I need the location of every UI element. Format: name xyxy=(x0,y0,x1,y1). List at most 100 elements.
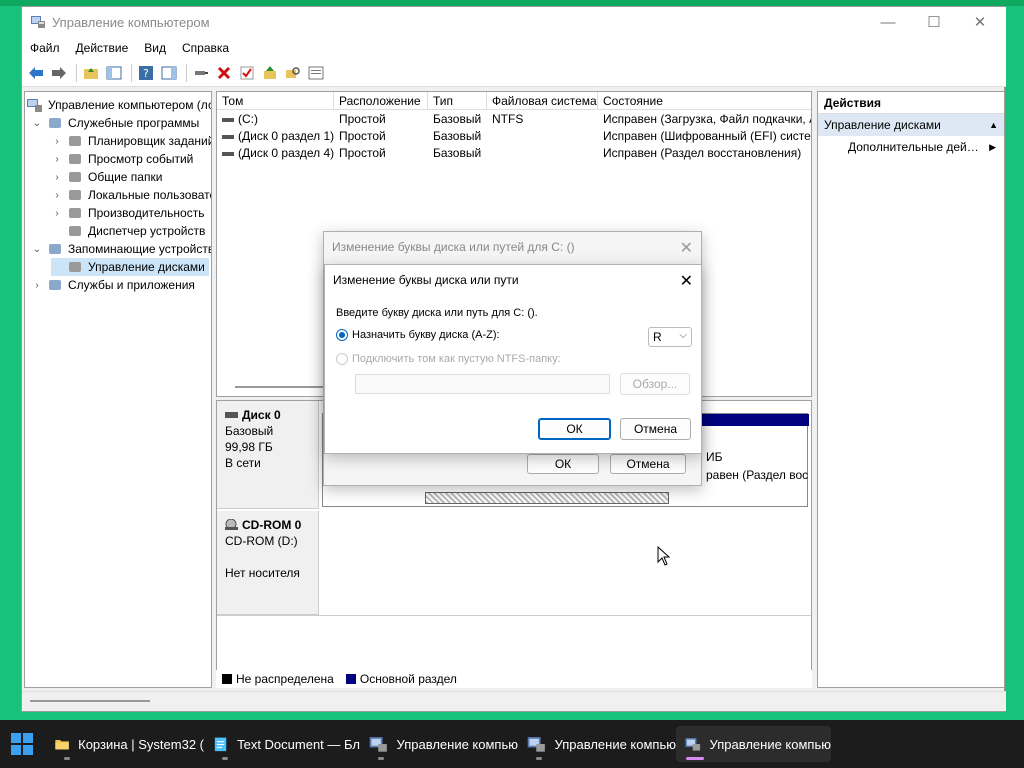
volume-cell-fs: NTFS xyxy=(492,112,524,126)
up-level-button[interactable] xyxy=(81,63,101,83)
cdrom-0-spacer xyxy=(225,549,310,565)
taskbar-item-compmgmt-3-active[interactable]: Управление компью xyxy=(676,726,831,762)
tree-item-label: Локальные пользователи и группы xyxy=(88,188,211,202)
tree-expand-icon[interactable]: ⌄ xyxy=(31,118,43,129)
disk-0-name: Диск 0 xyxy=(242,408,281,422)
close-button[interactable]: ✕ xyxy=(957,7,1003,37)
tree-item[interactable]: › Службы и приложения xyxy=(31,276,195,294)
computer-management-icon xyxy=(685,738,701,751)
tree-expand-icon[interactable]: › xyxy=(51,208,63,219)
column-header-filesystem[interactable]: Файловая система xyxy=(487,92,598,110)
taskbar-item-explorer[interactable]: Корзина | System32 ( xyxy=(46,726,204,762)
tree-item[interactable]: › Планировщик заданий xyxy=(51,132,211,150)
folder-path-input[interactable] xyxy=(355,374,610,394)
tree-item[interactable]: Диспетчер устройств xyxy=(51,222,205,240)
column-header-volume[interactable]: Том xyxy=(217,92,334,110)
divider xyxy=(217,615,811,616)
taskbar-item-compmgmt-1-label: Управление компью xyxy=(396,736,518,752)
disk-0-size: 99,98 ГБ xyxy=(225,440,273,454)
search-disk-button[interactable] xyxy=(283,63,303,83)
chevron-down-icon: ⌵ xyxy=(679,330,687,341)
mount-folder-radio[interactable] xyxy=(336,353,348,365)
tree-node-icon xyxy=(49,280,61,290)
tree-expand-icon[interactable]: › xyxy=(31,280,43,291)
volume-cell-type: Базовый xyxy=(433,112,482,126)
rescan-button[interactable] xyxy=(260,63,280,83)
start-button[interactable] xyxy=(10,732,34,756)
back-arrow-icon xyxy=(29,66,43,79)
back-button[interactable] xyxy=(26,63,46,83)
tree-expand-icon[interactable]: ⌄ xyxy=(31,244,43,255)
cdrom-0-label[interactable]: CD-ROM 0 CD-ROM (D:) Нет носителя xyxy=(217,511,319,615)
mount-folder-option[interactable]: Подключить том как пустую NTFS-папку: xyxy=(336,353,561,365)
column-header-layout[interactable]: Расположение xyxy=(334,92,428,110)
list-view-button[interactable] xyxy=(306,63,326,83)
taskbar-item-notepad[interactable]: Text Document — Бл xyxy=(204,726,360,762)
cancel-button[interactable]: Отмена xyxy=(620,418,691,440)
show-action-pane-button[interactable] xyxy=(159,63,179,83)
menu-file[interactable]: Файл xyxy=(22,41,68,55)
column-header-type[interactable]: Тип xyxy=(428,92,487,110)
show-hide-tree-button[interactable] xyxy=(104,63,124,83)
actions-section-disk-management[interactable]: Управление дисками ▲ xyxy=(818,114,1004,136)
volume-row[interactable]: (C:) Простой Базовый NTFS Исправен (Загрузка… xyxy=(217,111,811,128)
properties-check-icon xyxy=(240,66,254,79)
tree-item[interactable]: › Производительность xyxy=(51,204,204,222)
delete-button[interactable] xyxy=(214,63,234,83)
dialog-close-icon[interactable]: ✕ xyxy=(680,271,693,291)
folder-arrow-icon xyxy=(264,65,276,79)
more-actions-item[interactable]: Дополнительные действия ▶ xyxy=(818,136,1004,158)
tree-item[interactable]: › Локальные пользователи и группы xyxy=(51,186,211,204)
menu-view[interactable]: Вид xyxy=(136,41,174,55)
help-button[interactable]: ? xyxy=(136,63,156,83)
ok-button[interactable]: ОК xyxy=(538,418,611,440)
tree-root[interactable]: Управление компьютером (локальным) xyxy=(27,96,211,114)
paths-dialog-title: Изменение буквы диска или путей для C: (… xyxy=(324,232,701,262)
submenu-arrow-icon: ▶ xyxy=(989,142,996,152)
tree-expand-icon[interactable]: › xyxy=(51,172,63,183)
tree-item[interactable]: ⌄ Запоминающие устройства xyxy=(31,240,212,258)
menu-help[interactable]: Справка xyxy=(174,41,237,55)
paths-dialog-close-icon[interactable]: ✕ xyxy=(680,238,693,258)
drive-letter-select[interactable]: R ⌵ xyxy=(648,327,692,347)
browse-button[interactable]: Обзор... xyxy=(620,373,690,395)
paths-dialog-cancel-button[interactable]: Отмена xyxy=(610,454,686,474)
volume-icon xyxy=(222,117,234,122)
tree-item[interactable]: Управление дисками xyxy=(51,258,209,276)
connect-button[interactable] xyxy=(191,63,211,83)
minimize-button[interactable]: — xyxy=(865,7,911,37)
volume-name: (C:) xyxy=(238,112,258,126)
taskbar-item-compmgmt-1[interactable]: Управление компью xyxy=(360,726,518,762)
paths-dialog-title-text: Изменение буквы диска или путей для C: (… xyxy=(332,240,575,254)
assign-letter-radio[interactable] xyxy=(336,329,348,341)
maximize-button[interactable]: ☐ xyxy=(911,7,957,37)
volume-row[interactable]: (Диск 0 раздел 1) Простой Базовый Исправен … xyxy=(217,128,811,145)
collapse-arrow-icon[interactable]: ▲ xyxy=(989,114,998,136)
menu-action[interactable]: Действие xyxy=(68,41,137,55)
disk-0-type: Базовый xyxy=(225,424,274,438)
tree-expand-icon[interactable]: › xyxy=(51,154,63,165)
tree-expand-icon[interactable]: › xyxy=(51,190,63,201)
properties-button[interactable] xyxy=(237,63,257,83)
tree-node-icon xyxy=(69,190,81,200)
list-view-icon xyxy=(308,66,324,79)
assign-letter-option[interactable]: Назначить букву диска (A-Z): xyxy=(336,329,500,341)
tree-expand-icon[interactable]: › xyxy=(51,136,63,147)
tree-item-label: Общие папки xyxy=(88,170,163,184)
tree-item[interactable]: › Общие папки xyxy=(51,168,162,186)
disk-0-label[interactable]: Диск 0 Базовый 99,98 ГБ В сети xyxy=(217,401,319,509)
forward-button[interactable] xyxy=(49,63,69,83)
tree-item[interactable]: › Просмотр событий xyxy=(51,150,193,168)
column-header-status[interactable]: Состояние xyxy=(598,92,811,110)
tree-item[interactable]: ⌄ Служебные программы xyxy=(31,114,199,132)
taskbar-item-compmgmt-2[interactable]: Управление компью xyxy=(518,726,676,762)
tree-item-label: Запоминающие устройства xyxy=(68,242,212,256)
volume-row[interactable]: (Диск 0 раздел 4) Простой Базовый Исправен … xyxy=(217,145,811,162)
partition-status-text[interactable]: равен (Раздел вос xyxy=(706,468,808,482)
partition-size-text[interactable]: ИБ xyxy=(706,450,723,464)
paths-dialog-ok-button[interactable]: ОК xyxy=(527,454,599,474)
taskbar-item-explorer-label: Корзина | System32 ( xyxy=(78,736,204,752)
console-tree-icon xyxy=(106,66,122,79)
selected-partition-hatch[interactable] xyxy=(425,492,669,504)
tree-node-icon xyxy=(69,154,81,164)
